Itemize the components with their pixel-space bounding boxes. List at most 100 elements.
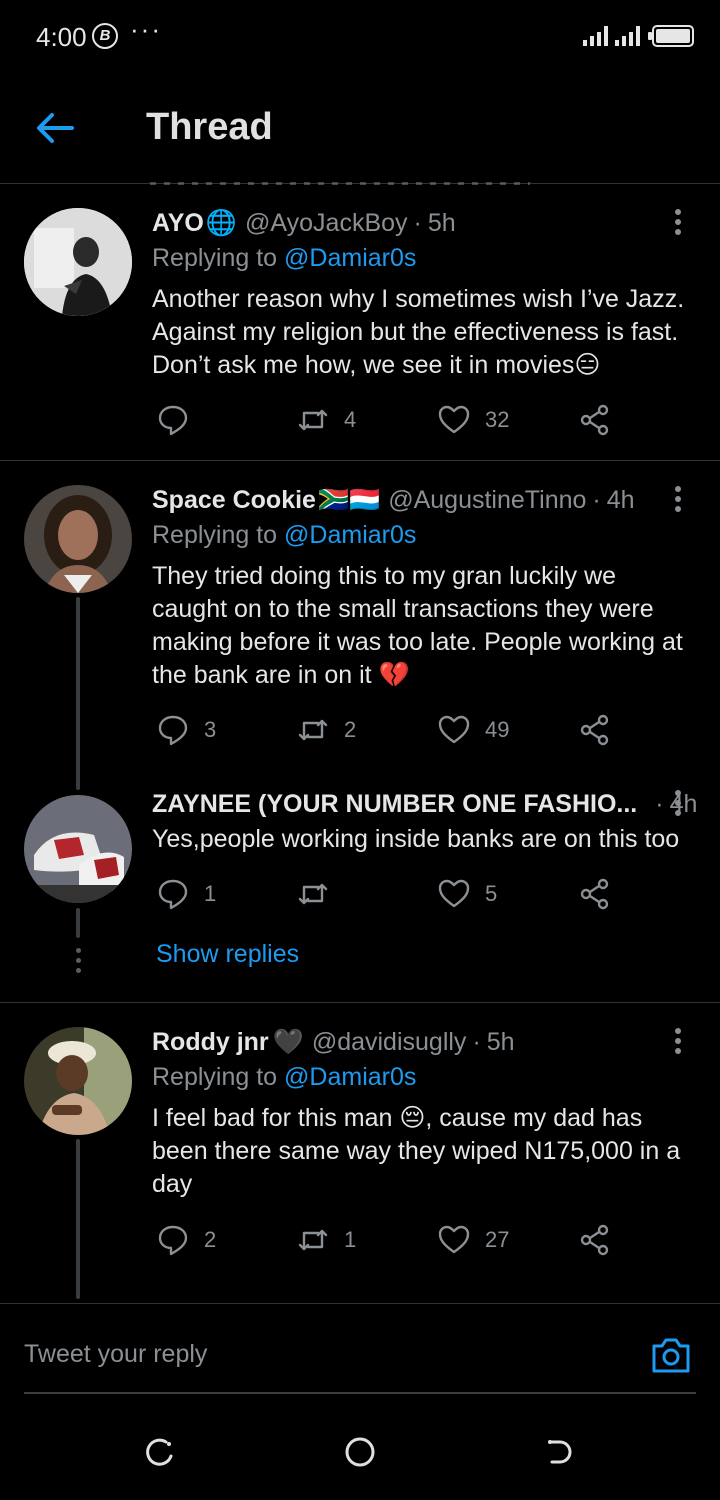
like-button[interactable]: 5 xyxy=(437,874,497,914)
reply-composer: Tweet your reply xyxy=(0,1303,720,1393)
flag-emoji-icon: 🇿🇦🇱🇺 xyxy=(317,485,381,514)
black-heart-emoji-icon: 🖤 xyxy=(272,1027,304,1056)
more-notifications-icon: ··· xyxy=(130,14,162,44)
avatar[interactable] xyxy=(24,485,132,593)
retweet-icon xyxy=(298,719,328,741)
retweet-button[interactable]: 4 xyxy=(296,400,356,440)
share-icon xyxy=(580,1224,609,1256)
reply-count: 1 xyxy=(204,881,217,906)
more-options-icon[interactable] xyxy=(668,206,688,240)
retweet-count: 4 xyxy=(344,407,357,432)
camera-icon xyxy=(652,1338,690,1373)
share-button[interactable] xyxy=(578,400,612,440)
camera-button[interactable] xyxy=(650,1334,692,1376)
separator-dot: · xyxy=(655,789,664,818)
reply-icon xyxy=(158,1225,188,1256)
thread-line xyxy=(76,597,80,790)
reply-button[interactable]: 3 xyxy=(156,710,216,750)
replying-to-link[interactable]: @Damiar0s xyxy=(284,244,416,272)
replying-to-link[interactable]: @Damiar0s xyxy=(284,521,416,549)
nav-recents-icon xyxy=(146,1438,173,1466)
show-replies-link[interactable]: Show replies xyxy=(156,940,299,969)
tweet-reply-input[interactable]: Tweet your reply xyxy=(24,1340,207,1369)
nav-back-button[interactable] xyxy=(544,1436,576,1468)
reply-button[interactable] xyxy=(156,400,204,440)
reply-count: 2 xyxy=(204,1227,217,1252)
avatar[interactable] xyxy=(24,208,132,316)
thread-line xyxy=(76,908,80,938)
like-count: 49 xyxy=(485,717,510,742)
battery-icon xyxy=(648,25,694,47)
status-bar: 4:00 B ··· xyxy=(0,0,720,72)
share-button[interactable] xyxy=(578,710,612,750)
back-button[interactable] xyxy=(30,108,80,148)
signal-2-icon xyxy=(615,26,649,46)
replying-to-link[interactable]: @Damiar0s xyxy=(284,1063,416,1091)
reply-count: 3 xyxy=(204,717,217,742)
like-count: 27 xyxy=(485,1227,510,1252)
tweet-time[interactable]: 5h xyxy=(487,1028,515,1057)
tweet-text: They tried doing this to my gran luckily… xyxy=(152,562,683,689)
author-handle[interactable]: @davidisuglly xyxy=(312,1028,467,1057)
retweet-icon xyxy=(298,883,328,905)
author-handle[interactable]: @AyoJackBoy xyxy=(245,209,408,238)
share-icon xyxy=(580,714,609,746)
nav-home-button[interactable] xyxy=(344,1436,376,1468)
heart-icon xyxy=(438,1225,470,1254)
share-icon xyxy=(580,878,609,910)
divider xyxy=(0,1002,720,1003)
system-nav-bar xyxy=(0,1400,720,1500)
replying-to: Replying to @Damiar0s xyxy=(152,1063,416,1092)
retweet-count: 1 xyxy=(344,1227,357,1252)
tweet-actions: 2 1 27 xyxy=(152,1220,622,1260)
reply-icon xyxy=(158,405,188,436)
thread-line xyxy=(76,1139,80,1299)
reply-button[interactable]: 2 xyxy=(156,1220,216,1260)
tweet-time[interactable]: 5h xyxy=(428,209,456,238)
share-button[interactable] xyxy=(578,874,612,914)
author-name[interactable]: Roddy jnr xyxy=(152,1028,269,1057)
share-icon xyxy=(580,404,609,436)
nav-home-icon xyxy=(345,1437,375,1467)
avatar[interactable] xyxy=(24,1027,132,1135)
separator-dot: · xyxy=(592,485,601,514)
signal-icon xyxy=(583,26,617,46)
arrow-left-icon xyxy=(37,113,74,143)
reply-input-underline xyxy=(24,1392,696,1394)
reply-button[interactable]: 1 xyxy=(156,874,216,914)
retweet-button[interactable]: 2 xyxy=(296,710,356,750)
heart-icon xyxy=(438,715,470,744)
like-button[interactable]: 32 xyxy=(437,400,509,440)
replying-to-label: Replying to xyxy=(152,521,278,549)
tweet-text: I feel bad for this man 😔, cause my dad … xyxy=(152,1104,681,1198)
b-app-icon: B xyxy=(92,23,118,49)
author-name[interactable]: ZAYNEE (YOUR NUMBER ONE FASHIO... xyxy=(152,790,637,819)
replying-to: Replying to @Damiar0s xyxy=(152,521,416,550)
tweet-text: Another reason why I sometimes wish I’ve… xyxy=(152,285,685,379)
nav-recents-button[interactable] xyxy=(144,1436,176,1468)
replying-to-label: Replying to xyxy=(152,1063,278,1091)
like-button[interactable]: 27 xyxy=(437,1220,509,1260)
share-button[interactable] xyxy=(578,1220,612,1260)
author-name[interactable]: Space Cookie xyxy=(152,486,316,515)
tweet-actions: 1 5 xyxy=(152,874,622,914)
nav-back-icon xyxy=(548,1440,572,1464)
tweet-time[interactable]: 4h xyxy=(607,486,635,515)
retweet-icon xyxy=(298,409,328,431)
replying-to-label: Replying to xyxy=(152,244,278,272)
status-time: 4:00 xyxy=(36,22,87,52)
heart-icon xyxy=(438,879,470,908)
separator-dot: · xyxy=(413,208,422,237)
more-options-icon[interactable] xyxy=(668,483,688,517)
like-button[interactable]: 49 xyxy=(437,710,509,750)
more-options-icon[interactable] xyxy=(668,787,688,821)
retweet-button[interactable]: 1 xyxy=(296,1220,356,1260)
retweet-button[interactable] xyxy=(296,874,344,914)
retweet-icon xyxy=(298,1229,328,1251)
author-name[interactable]: AYO xyxy=(152,209,204,238)
scrolled-content-edge xyxy=(150,182,530,185)
more-options-icon[interactable] xyxy=(668,1025,688,1059)
author-handle[interactable]: @AugustineTinno xyxy=(388,486,586,515)
avatar[interactable] xyxy=(24,795,132,903)
replying-to: Replying to @Damiar0s xyxy=(152,244,416,273)
